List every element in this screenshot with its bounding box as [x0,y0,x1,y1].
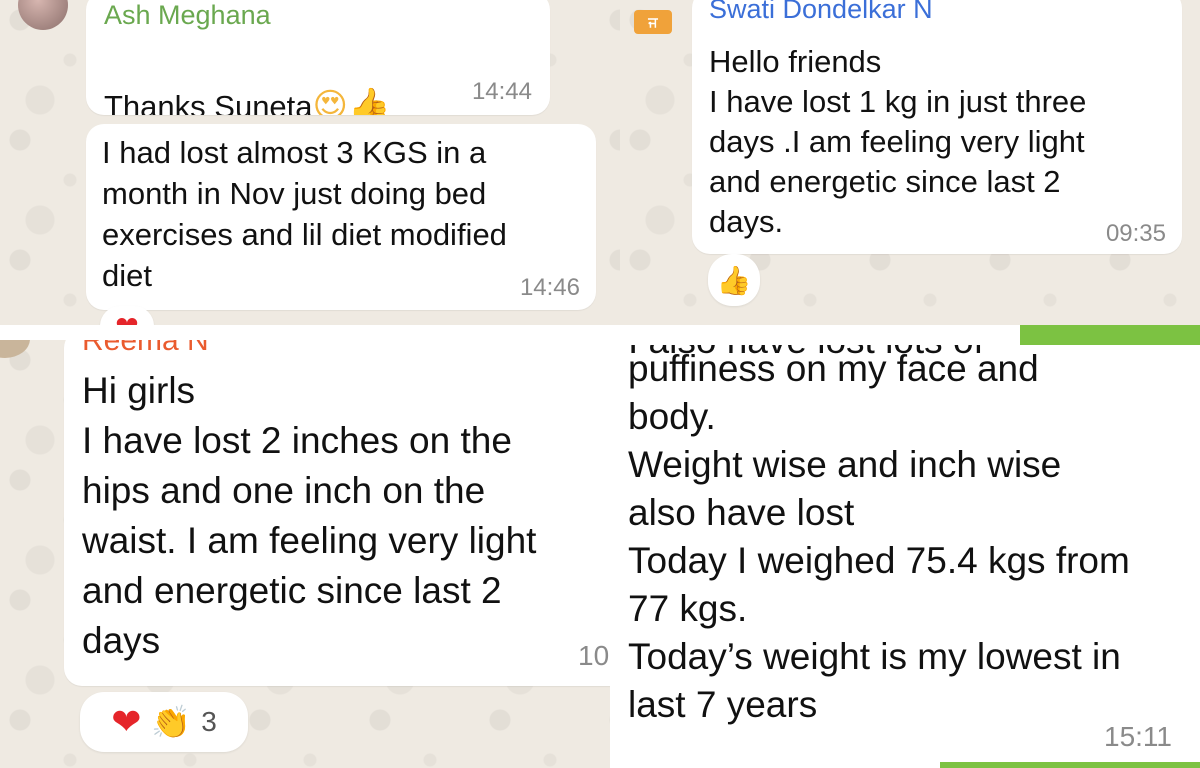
screenshot-panel-top-right: ਜ Swati Dondelkar N Hello friends I have… [620,0,1200,325]
message-text-content: Thanks Suneta [104,89,313,115]
message-text: Thanks Suneta😍👍 [104,52,390,115]
reaction-pill[interactable]: 👍 [708,254,760,306]
screenshot-panel-bottom-right: I also have lost lots of puffiness on my… [610,345,1200,768]
message-text: Hi girls I have lost 2 inches on the hip… [82,370,537,661]
message-bubble-continued[interactable]: I also have lost lots of puffiness on my… [610,345,1190,760]
message-bubble-swati[interactable]: Swati Dondelkar N Hello friends I have l… [692,0,1182,254]
message-time: 15:11 [1104,721,1172,752]
thumbs-up-emoji-icon: 👍 [716,264,752,296]
message-time: 10 [578,640,610,671]
message-time: 14:44 [471,78,532,105]
message-bubble-ash-2[interactable]: I had lost almost 3 KGS in a month in No… [86,124,596,310]
sender-name[interactable]: Ash Meghana [104,0,271,31]
sender-name[interactable]: Swati Dondelkar N [709,0,933,25]
group-icon: ਜ [634,10,672,34]
message-time: 14:46 [519,274,580,301]
sender-name[interactable]: Reema N [82,340,209,358]
screenshot-panel-top-left: Ash Meghana Thanks Suneta😍👍 14:44 I had … [0,0,620,325]
heart-emoji-icon: ❤ [115,310,138,326]
message-time: 09:35 [1105,220,1166,247]
heart-emoji-icon: ❤ [111,701,142,742]
reaction-pill[interactable]: ❤ 👏 3 [80,692,248,752]
message-text: I had lost almost 3 KGS in a month in No… [102,135,507,293]
message-bubble-ash[interactable]: Ash Meghana Thanks Suneta😍👍 14:44 [86,0,550,115]
accent-strip-middle-green [1020,325,1200,345]
avatar[interactable] [0,340,30,358]
screenshot-panel-bottom-left: Reema N Hi girls I have lost 2 inches on… [0,340,610,768]
heart-eyes-emoji-icon: 😍 [312,87,348,115]
avatar[interactable] [18,0,68,30]
message-bubble-reema[interactable]: Reema N Hi girls I have lost 2 inches on… [64,340,610,686]
reaction-count: 3 [201,706,217,737]
thumbs-up-emoji-icon: 👍 [347,87,391,115]
message-text: puffiness on my face and body. Weight wi… [628,348,1130,725]
accent-strip-bottom-green [940,762,1200,768]
clapping-hands-emoji-icon: 👏 [151,704,192,740]
message-text: Hello friends I have lost 1 kg in just t… [709,44,1087,239]
